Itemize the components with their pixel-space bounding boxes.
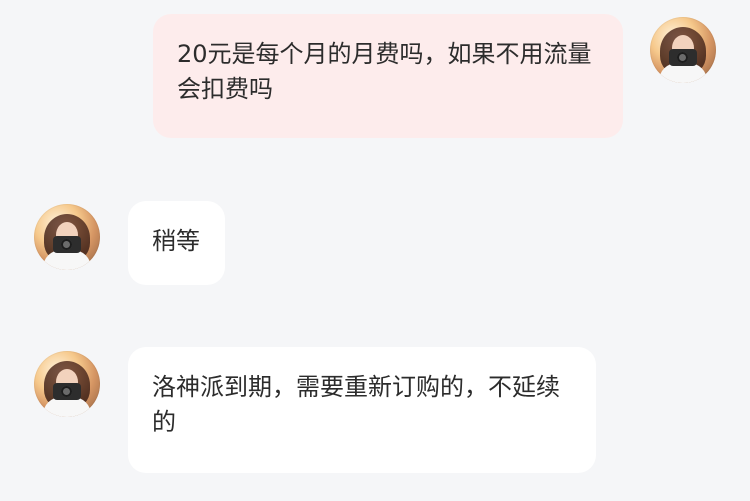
message-bubble-incoming[interactable]: 稍等	[128, 201, 225, 285]
agent-avatar[interactable]	[34, 351, 100, 417]
message-bubble-outgoing[interactable]: 20元是每个月的月费吗，如果不用流量会扣费吗	[153, 14, 623, 138]
user-avatar[interactable]	[650, 17, 716, 83]
message-text: 稍等	[152, 227, 200, 255]
message-text: 20元是每个月的月费吗，如果不用流量会扣费吗	[177, 40, 592, 103]
camera-icon	[669, 49, 697, 66]
message-text: 洛神派到期，需要重新订购的，不延续的	[152, 373, 560, 436]
camera-icon	[53, 236, 81, 253]
camera-icon	[53, 383, 81, 400]
agent-avatar[interactable]	[34, 204, 100, 270]
chat-thread: 20元是每个月的月费吗，如果不用流量会扣费吗 稍等 洛神派到期，需要重新订购的，…	[0, 0, 750, 501]
avatar-shirt	[43, 397, 91, 417]
message-bubble-incoming[interactable]: 洛神派到期，需要重新订购的，不延续的	[128, 347, 596, 473]
avatar-shirt	[659, 63, 707, 83]
avatar-shirt	[43, 250, 91, 270]
